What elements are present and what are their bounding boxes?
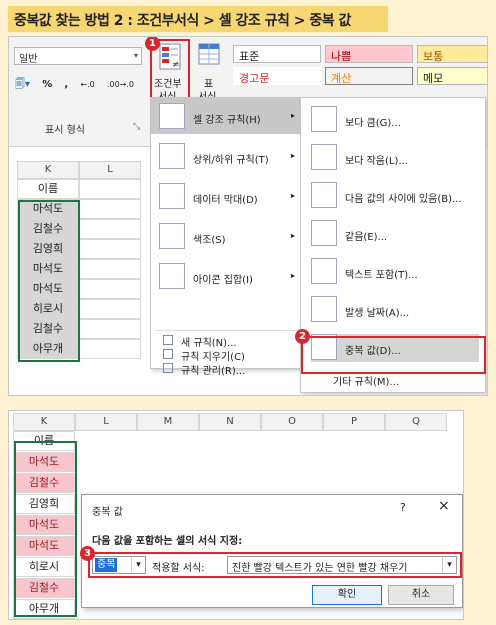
number-format-value: 일반: [19, 54, 38, 65]
column-header-o[interactable]: O: [261, 413, 323, 431]
style-note[interactable]: 메모: [417, 67, 487, 85]
conditional-formatting-menu: 셀 강조 규칙(H) ▸ 상위/하위 규칙(T) ▸ 데이터 막대(D) ▸ 색…: [150, 97, 304, 377]
style-bad[interactable]: 나쁨: [325, 45, 413, 63]
equal-to-icon: [311, 220, 337, 246]
chevron-right-icon: ▸: [291, 111, 296, 120]
currency-icon[interactable]: 🗐▾: [15, 77, 30, 94]
column-header-k[interactable]: K: [17, 161, 79, 179]
clear-rules-icon: [163, 349, 173, 359]
chevron-right-icon: ▸: [291, 231, 296, 240]
page-title: 중복값 찾는 방법 2 : 조건부서식 > 셀 강조 규칙 > 중복 값: [8, 6, 388, 32]
empty-cell[interactable]: [79, 259, 141, 279]
chevron-down-icon: ▾: [133, 51, 138, 60]
submenu-item-4[interactable]: 같음(E)...: [311, 220, 479, 248]
style-calculation[interactable]: 계산: [325, 67, 413, 85]
number-format-dropdown[interactable]: 일반 ▾: [14, 47, 142, 65]
menu-small-item-2[interactable]: 규칙 지우기(C): [163, 348, 299, 363]
menu-item-1[interactable]: 셀 강조 규칙(H) ▸: [159, 103, 299, 131]
menu-item-3[interactable]: 데이터 막대(D) ▸: [159, 183, 299, 211]
color-scales-icon: [159, 223, 185, 249]
dialog-instruction: 다음 값을 포함하는 셀의 서식 지정:: [92, 536, 243, 547]
help-button[interactable]: ?: [400, 501, 406, 514]
empty-cell[interactable]: [79, 339, 141, 359]
column-header-p[interactable]: P: [323, 413, 385, 431]
empty-cell[interactable]: [79, 219, 141, 239]
number-group-label: 표시 형식: [45, 125, 85, 136]
submenu-item-3[interactable]: 다음 값의 사이에 있음(B)...: [311, 182, 479, 210]
dialog-launcher-icon[interactable]: ⤡: [133, 122, 140, 132]
number-format-buttons: 🗐▾ % , ←.0 .00→.0: [15, 77, 143, 94]
table-icon: [198, 43, 220, 65]
less-than-icon: [311, 144, 337, 170]
new-rule-icon: [163, 335, 173, 345]
top-bottom-rules-icon: [159, 143, 185, 169]
menu-item-5[interactable]: 아이콘 집합(I) ▸: [159, 263, 299, 291]
highlight-box-2: [301, 336, 486, 374]
submenu-item-6[interactable]: 발생 날짜(A)...: [311, 296, 479, 324]
comma-button[interactable]: ,: [64, 79, 68, 90]
selection-border-2: [14, 441, 77, 617]
empty-cell[interactable]: [79, 319, 141, 339]
empty-cell[interactable]: [79, 179, 141, 199]
date-occurring-icon: [311, 296, 337, 322]
more-rules-item[interactable]: 기타 규칙(M)...: [333, 373, 399, 388]
chevron-right-icon: ▸: [291, 191, 296, 200]
between-icon: [311, 182, 337, 208]
empty-cell[interactable]: [79, 299, 141, 319]
column-header-l[interactable]: L: [75, 413, 137, 431]
menu-item-4[interactable]: 색조(S) ▸: [159, 223, 299, 251]
manage-rules-icon: [163, 363, 173, 373]
data-bars-icon: [159, 183, 185, 209]
text-contains-icon: [311, 258, 337, 284]
style-neutral[interactable]: 보통: [417, 45, 487, 63]
column-header-k[interactable]: K: [13, 413, 75, 431]
submenu-item-1[interactable]: 보다 큼(G)...: [311, 106, 479, 134]
percent-button[interactable]: %: [42, 79, 52, 90]
menu-small-item-3[interactable]: 규칙 관리(R)...: [163, 362, 299, 377]
submenu-item-5[interactable]: 텍스트 포함(T)...: [311, 258, 479, 286]
excel-screenshot-menu: 일반 ▾ 🗐▾ % , ←.0 .00→.0 표시 형식 ⤡ ≠ 조건부 서식 …: [8, 36, 488, 396]
menu-divider: [155, 330, 299, 331]
column-header-m[interactable]: M: [137, 413, 199, 431]
style-warning[interactable]: 경고문: [233, 67, 321, 85]
chevron-right-icon: ▸: [291, 151, 296, 160]
icon-sets-icon: [159, 263, 185, 289]
empty-cell[interactable]: [79, 239, 141, 259]
column-header-q[interactable]: Q: [385, 413, 447, 431]
dialog-title: 중복 값: [92, 507, 123, 518]
empty-cell[interactable]: [79, 199, 141, 219]
decrease-decimal-button[interactable]: .00→.0: [107, 80, 134, 89]
menu-item-2[interactable]: 상위/하위 규칙(T) ▸: [159, 143, 299, 171]
submenu-item-2[interactable]: 보다 작음(L)...: [311, 144, 479, 172]
column-header-n[interactable]: N: [199, 413, 261, 431]
header-cell[interactable]: 이름: [17, 179, 79, 199]
menu-small-item-1[interactable]: 새 규칙(N)...: [163, 334, 299, 349]
increase-decimal-button[interactable]: ←.0: [80, 80, 94, 89]
step-badge-1: 1: [145, 37, 160, 51]
excel-screenshot-dialog: KLMNOPQ 이름 마석도 김철수 김영희 마석도 마석도 히로시 김철수 아무개 중복 값 …: [8, 410, 464, 620]
step-badge-2: 2: [295, 329, 310, 344]
selection-border: [18, 200, 80, 362]
step-badge-3: 3: [80, 546, 95, 561]
chevron-right-icon: ▸: [291, 271, 296, 280]
format-as-table-button[interactable]: 표 서식: [192, 41, 228, 103]
close-icon[interactable]: ×: [438, 498, 450, 514]
column-header-l[interactable]: L: [79, 161, 141, 179]
empty-cell[interactable]: [79, 279, 141, 299]
duplicate-values-dialog: 중복 값 ? × 다음 값을 포함하는 셀의 서식 지정: 중복 ▾ 적용할 서…: [80, 494, 463, 608]
style-normal[interactable]: 표준: [233, 45, 321, 63]
cancel-button[interactable]: 취소: [388, 585, 454, 605]
highlight-box-3: [88, 552, 462, 578]
highlight-rules-icon: [159, 103, 185, 129]
ok-button[interactable]: 확인: [312, 585, 382, 605]
greater-than-icon: [311, 106, 337, 132]
